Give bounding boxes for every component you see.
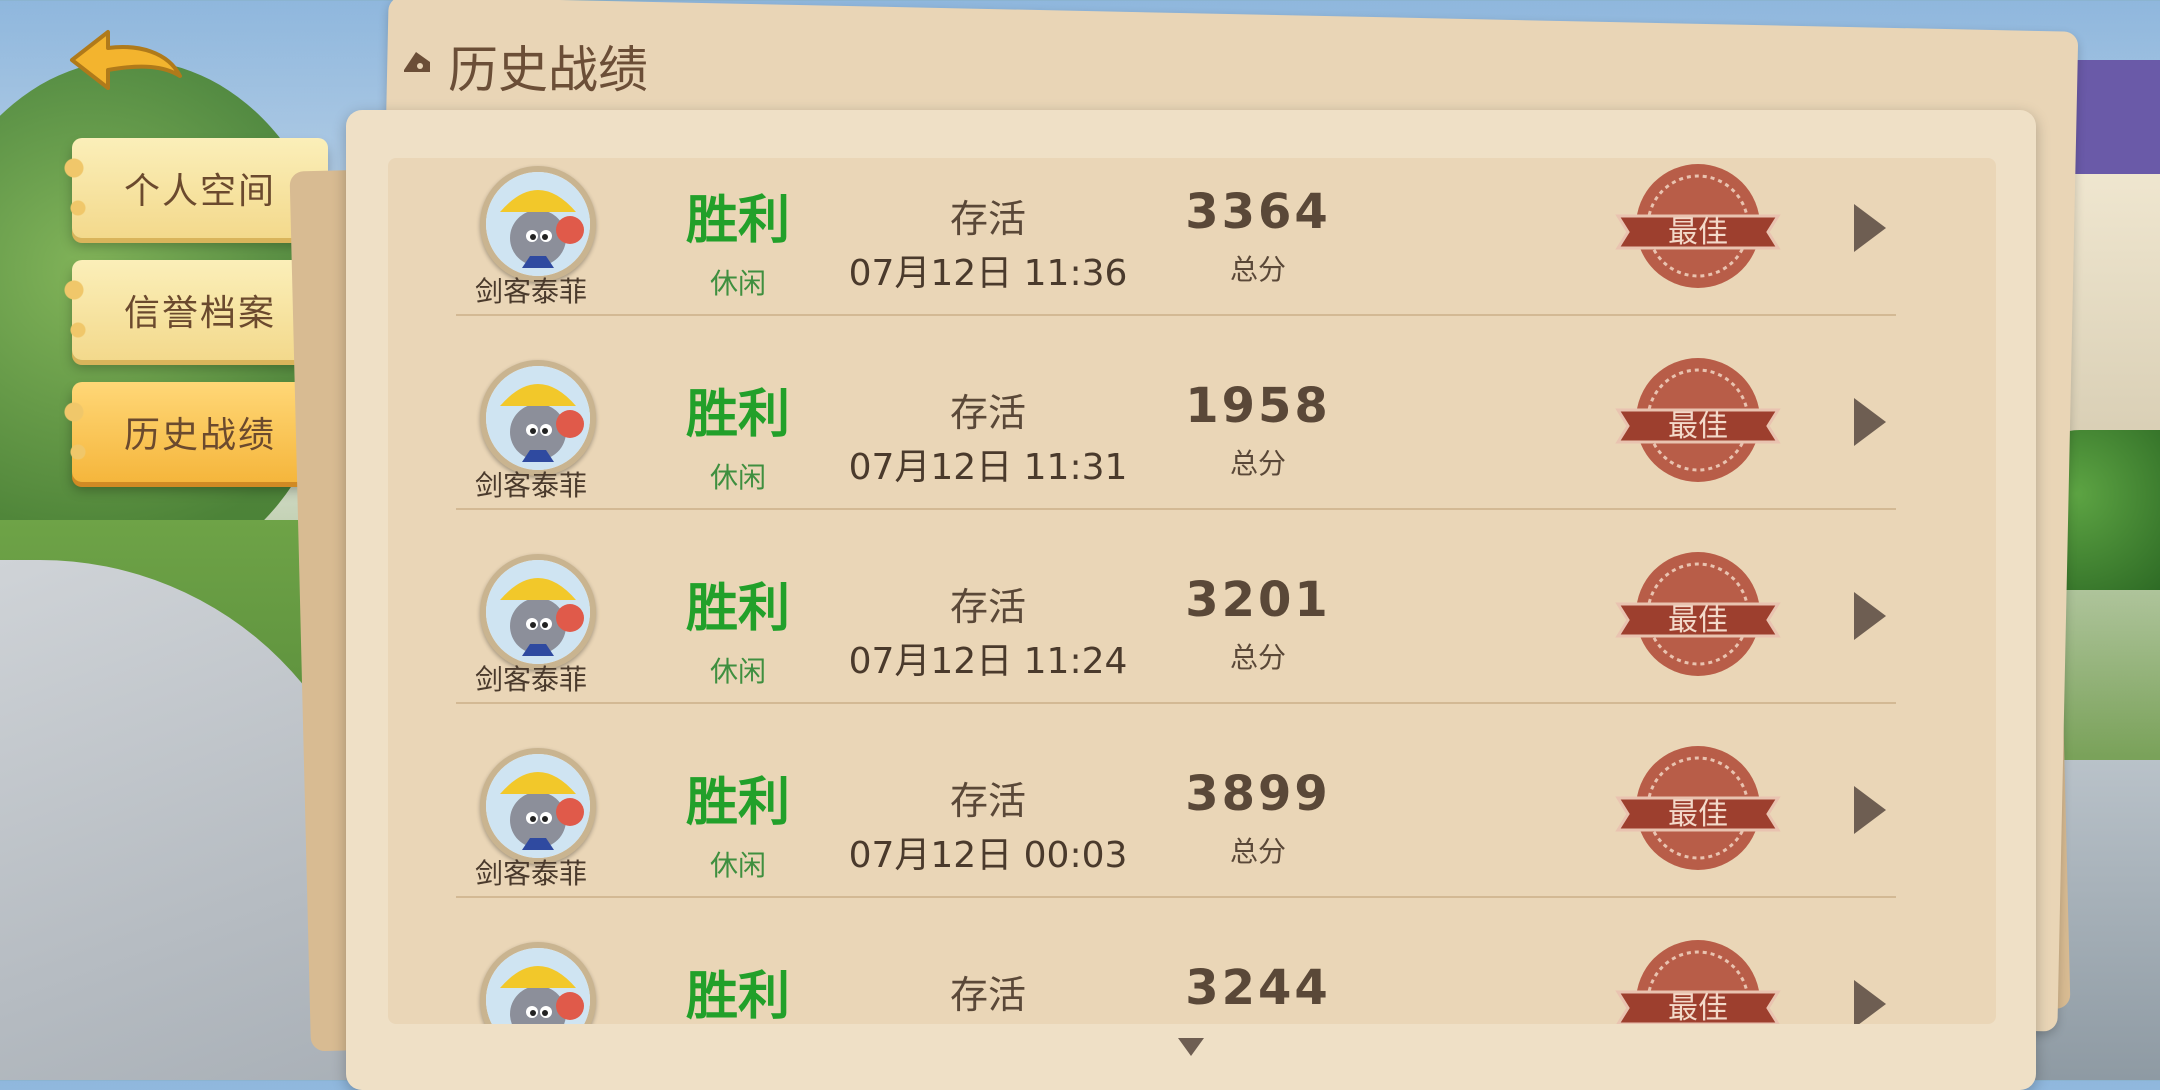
detail-arrow-icon[interactable] [1850, 784, 1890, 836]
character-name: 剑客泰菲 [474, 275, 587, 308]
match-result: 胜利 [685, 385, 790, 445]
character-name: 剑客泰菲 [474, 469, 587, 502]
character-avatar [480, 748, 596, 864]
cheese-decoration [64, 148, 94, 228]
row-divider [456, 896, 1896, 898]
page-title: 历史战绩 [448, 41, 648, 99]
scroll-down-icon[interactable] [1176, 1036, 1206, 1058]
total-score: 3899 [1185, 766, 1331, 822]
record-row[interactable]: 剑客泰菲 胜利 休闲 存活 07月12日 11:31 1958 总分 最佳 [388, 352, 1996, 546]
match-time: 07月12日 11:24 [848, 641, 1128, 682]
sidebar-item-label: 信誉档案 [123, 293, 276, 334]
row-divider [456, 702, 1896, 704]
back-arrow-icon [70, 30, 182, 90]
best-badge-icon: 最佳 [1615, 940, 1781, 1024]
score-label: 总分 [1229, 641, 1286, 674]
svg-text:最佳: 最佳 [1668, 797, 1728, 832]
mouse-character-icon [486, 366, 590, 470]
score-label: 总分 [1229, 835, 1286, 868]
svg-text:最佳: 最佳 [1668, 603, 1728, 638]
score-label: 总分 [1229, 447, 1286, 480]
cheese-decoration [64, 392, 94, 472]
svg-text:最佳: 最佳 [1668, 991, 1728, 1024]
detail-arrow-icon[interactable] [1850, 590, 1890, 642]
total-score: 3244 [1185, 960, 1331, 1016]
best-badge-icon: 最佳 [1615, 164, 1781, 288]
total-score: 1958 [1185, 378, 1331, 434]
detail-arrow-icon[interactable] [1850, 978, 1890, 1024]
match-time: 07月12日 11:31 [848, 447, 1128, 488]
total-score: 3364 [1185, 184, 1331, 240]
cheese-icon [404, 52, 430, 72]
record-list[interactable]: 剑客泰菲 胜利 休闲 存活 07月12日 11:36 3364 总分 最佳 剑客… [388, 158, 1996, 1024]
best-badge-icon: 最佳 [1615, 746, 1781, 870]
svg-text:最佳: 最佳 [1668, 409, 1728, 444]
match-result: 胜利 [685, 773, 790, 833]
mouse-character-icon [486, 754, 590, 858]
best-badge-icon: 最佳 [1615, 552, 1781, 676]
row-divider [456, 508, 1896, 510]
sidebar-item-match-history[interactable]: 历史战绩 [64, 382, 328, 482]
match-time: 07月12日 00:03 [848, 835, 1128, 876]
survival-status: 存活 [949, 779, 1026, 823]
record-row[interactable]: 剑客泰菲 胜利 休闲 存活 07月12日 00:03 3899 总分 最佳 [388, 740, 1996, 934]
total-score: 3201 [1185, 572, 1331, 628]
match-time: 07月12日 11:36 [848, 253, 1128, 294]
best-badge-icon: 最佳 [1615, 358, 1781, 482]
match-result: 胜利 [685, 967, 790, 1024]
survival-status: 存活 [949, 391, 1026, 435]
sidebar-item-credit-record[interactable]: 信誉档案 [64, 260, 328, 360]
survival-status: 存活 [949, 197, 1026, 241]
character-avatar [480, 166, 596, 282]
sidebar-item-label: 历史战绩 [123, 415, 276, 456]
record-row[interactable]: 胜利 存活 3244 最佳 [388, 934, 1996, 1024]
mouse-character-icon [486, 560, 590, 664]
character-name: 剑客泰菲 [474, 663, 587, 696]
record-row[interactable]: 剑客泰菲 胜利 休闲 存活 07月12日 11:36 3364 总分 最佳 [388, 158, 1996, 352]
detail-arrow-icon[interactable] [1850, 202, 1890, 254]
match-result: 胜利 [685, 191, 790, 251]
character-name: 剑客泰菲 [474, 857, 587, 890]
character-avatar [480, 554, 596, 670]
match-result: 胜利 [685, 579, 790, 639]
sidebar-item-label: 个人空间 [123, 171, 276, 212]
back-button[interactable] [68, 26, 188, 106]
svg-text:最佳: 最佳 [1668, 215, 1728, 250]
record-row[interactable]: 剑客泰菲 胜利 休闲 存活 07月12日 11:24 3201 总分 最佳 [388, 546, 1996, 740]
character-avatar [480, 942, 596, 1024]
detail-arrow-icon[interactable] [1850, 396, 1890, 448]
score-label: 总分 [1229, 253, 1286, 286]
row-divider [456, 314, 1896, 316]
mouse-character-icon [486, 172, 590, 276]
character-avatar [480, 360, 596, 476]
mouse-character-icon [486, 948, 590, 1024]
cheese-decoration [64, 270, 94, 350]
survival-status: 存活 [949, 973, 1026, 1017]
survival-status: 存活 [949, 585, 1026, 629]
